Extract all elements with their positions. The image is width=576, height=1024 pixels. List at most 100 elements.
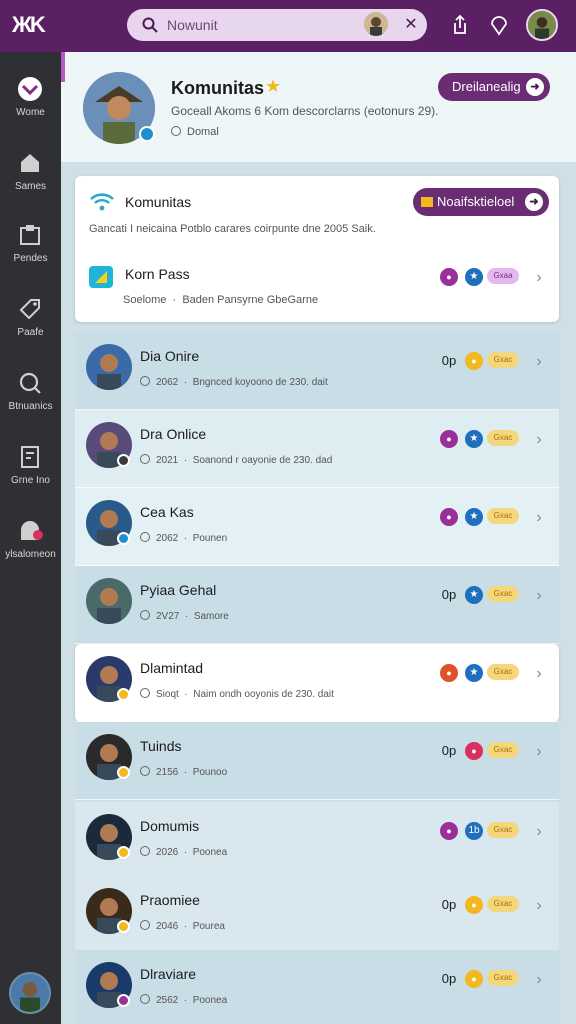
pass-row[interactable]: Korn Pass Soelome · Baden Pansyrne GbeGa… (75, 256, 559, 316)
list-item[interactable]: Pyiaa Gehal 2V27 · Samore ★ Gxac › 0p (75, 566, 559, 644)
list-item[interactable]: Cea Kas 2062 · Pounen ★ Gxac › ● (75, 488, 559, 566)
member-status: 0p (441, 971, 457, 986)
member-name: Cea Kas (140, 504, 194, 520)
avatar-badge (117, 454, 130, 467)
sidebar-item-home[interactable]: Wome (0, 76, 61, 140)
member-status: 0p (441, 353, 457, 368)
chevron-right-icon[interactable]: › (531, 268, 547, 288)
avatar-badge (117, 532, 130, 545)
avatar-badge (117, 846, 130, 859)
notification-label: Noaifsktieloel (437, 194, 515, 209)
member-desc: Poonea (192, 995, 228, 1006)
clock-icon (140, 532, 150, 542)
sidebar-item-label: ylsalomeon (5, 549, 56, 560)
chevron-right-icon[interactable]: › (531, 970, 547, 990)
pass-subtitle-a: Soelome (123, 294, 167, 306)
sidebar-item-pendes[interactable]: Pendes (0, 222, 61, 286)
member-date: 2026 (156, 847, 179, 858)
member-name: Domumis (140, 818, 200, 834)
user-avatar[interactable] (526, 9, 558, 41)
pass-tag: Gxaa (487, 268, 519, 284)
member-date: 2021 (156, 455, 179, 466)
chevron-right-icon[interactable]: › (531, 352, 547, 372)
status-dot: ● (465, 352, 483, 370)
sidebar-item-ylsalomeon[interactable]: ylsalomeon (0, 518, 61, 582)
pass-subtitle: Soelome · Baden Pansyrne GbeGarne (123, 294, 319, 306)
profile-avatar[interactable] (9, 972, 51, 1014)
chevron-right-icon[interactable]: › (531, 430, 547, 450)
share-icon[interactable] (447, 12, 473, 38)
member-tag: Gxac (487, 508, 519, 524)
building-icon (21, 154, 39, 172)
sidebar-item-grne-ino[interactable]: Grne Ino (0, 444, 61, 508)
sidebar-item-btnuanics[interactable]: Btnuanics (0, 370, 61, 434)
member-name: Praomiee (140, 892, 200, 908)
tag-icon (19, 299, 40, 320)
list-item[interactable]: Dia Onire 2062 · Bngnced koyoono de 230. … (75, 332, 559, 410)
community-header: Komunitas ★ Goceall Akoms 6 Kom descorcl… (61, 52, 576, 162)
member-name: Dia Onire (140, 348, 200, 364)
member-meta: 2062 · Pounen (140, 532, 227, 544)
pass-subtitle-b: Baden Pansyrne GbeGarne (182, 294, 319, 306)
avatar-badge (117, 920, 130, 933)
ghost-icon (21, 521, 43, 540)
sidebar-item-paafe[interactable]: Paafe (0, 296, 61, 360)
header-action-button[interactable]: Dreilanealig ➜ (438, 73, 550, 101)
clock-icon (140, 688, 150, 698)
chevron-right-icon[interactable]: › (531, 896, 547, 916)
member-name: Tuinds (140, 738, 182, 754)
status-dot: ● (465, 896, 483, 914)
status-dot: ● (440, 430, 458, 448)
search-input[interactable]: Nowunit (167, 17, 218, 33)
member-meta: 2562 · Poonea (140, 994, 227, 1006)
list-item[interactable]: Dlraviare2562 · Poonea★Gxac›0p● (75, 950, 559, 1024)
page-title: Komunitas (171, 78, 265, 98)
chevron-right-icon[interactable]: › (531, 742, 547, 762)
list-item[interactable]: Tuinds2156 · Pounoo✕Gxac›0p● (75, 722, 559, 800)
member-date: 2046 (156, 921, 179, 932)
chevron-right-icon[interactable]: › (531, 586, 547, 606)
member-meta: 2V27 · Samore (140, 610, 229, 622)
main-content: Komunitas ★ Goceall Akoms 6 Kom descorcl… (61, 52, 576, 1024)
member-tag: Gxac (487, 742, 519, 758)
sidebar-item-label: Pendes (13, 253, 48, 264)
wifi-icon (90, 193, 114, 211)
member-desc: Pourea (192, 921, 225, 932)
member-tag: Gxac (487, 970, 519, 986)
community-sub-label: Domal (187, 126, 219, 138)
member-meta: 2021 · Soanond r oayonie de 230. dad (140, 454, 332, 466)
chevron-right-icon[interactable]: › (531, 508, 547, 528)
member-date: Sioqt (156, 689, 179, 700)
meta-separator: · (179, 611, 194, 622)
member-desc: Poonea (192, 847, 228, 858)
list-item[interactable]: Dlamintad Sioqt · Naim ondh ooyonis de 23… (75, 644, 559, 722)
search-icon (142, 17, 158, 33)
clock-icon (140, 994, 150, 1004)
member-meta: 2062 · Bngnced koyoono de 230. dait (140, 376, 328, 388)
sidebar-item-label: Btnuanics (8, 401, 53, 412)
status-dot: ● (440, 268, 458, 286)
list-item[interactable]: Dra Onlice 2021 · Soanond r oayonie de 23… (75, 410, 559, 488)
list-item[interactable]: Domumis 2026 · Poonea 1b Gxac › ● (75, 802, 559, 880)
app-logo[interactable]: ЖK (12, 12, 46, 38)
member-status: 0p (441, 897, 457, 912)
clear-search-button[interactable]: ✕ (397, 11, 425, 39)
notification-button[interactable]: Noaifsktieloel ➜ (413, 188, 549, 216)
search-bar[interactable]: Nowunit ✕ (127, 9, 427, 41)
community-subtitle: Domal (171, 126, 219, 138)
chevron-right-icon[interactable]: › (531, 664, 547, 684)
list-item[interactable]: Praomiee2046 · Pourea★Gxac›0p● (75, 876, 559, 954)
location-icon[interactable] (486, 12, 512, 38)
header-action-label: Dreilanealig (452, 79, 521, 94)
home-brand-icon (18, 77, 42, 101)
sidebar-item-games[interactable]: Sames (0, 150, 61, 214)
search-avatar (364, 12, 388, 36)
card-title: Komunitas (125, 194, 192, 210)
pass-title: Korn Pass (125, 266, 190, 282)
card-description: Gancati I neicaina Potblo carares coirpu… (89, 223, 376, 235)
meta-separator: · (178, 921, 193, 932)
chevron-right-icon[interactable]: › (531, 822, 547, 842)
pass-icon (89, 266, 113, 288)
member-date: 2V27 (156, 611, 180, 622)
member-tag: Gxac (487, 430, 519, 446)
